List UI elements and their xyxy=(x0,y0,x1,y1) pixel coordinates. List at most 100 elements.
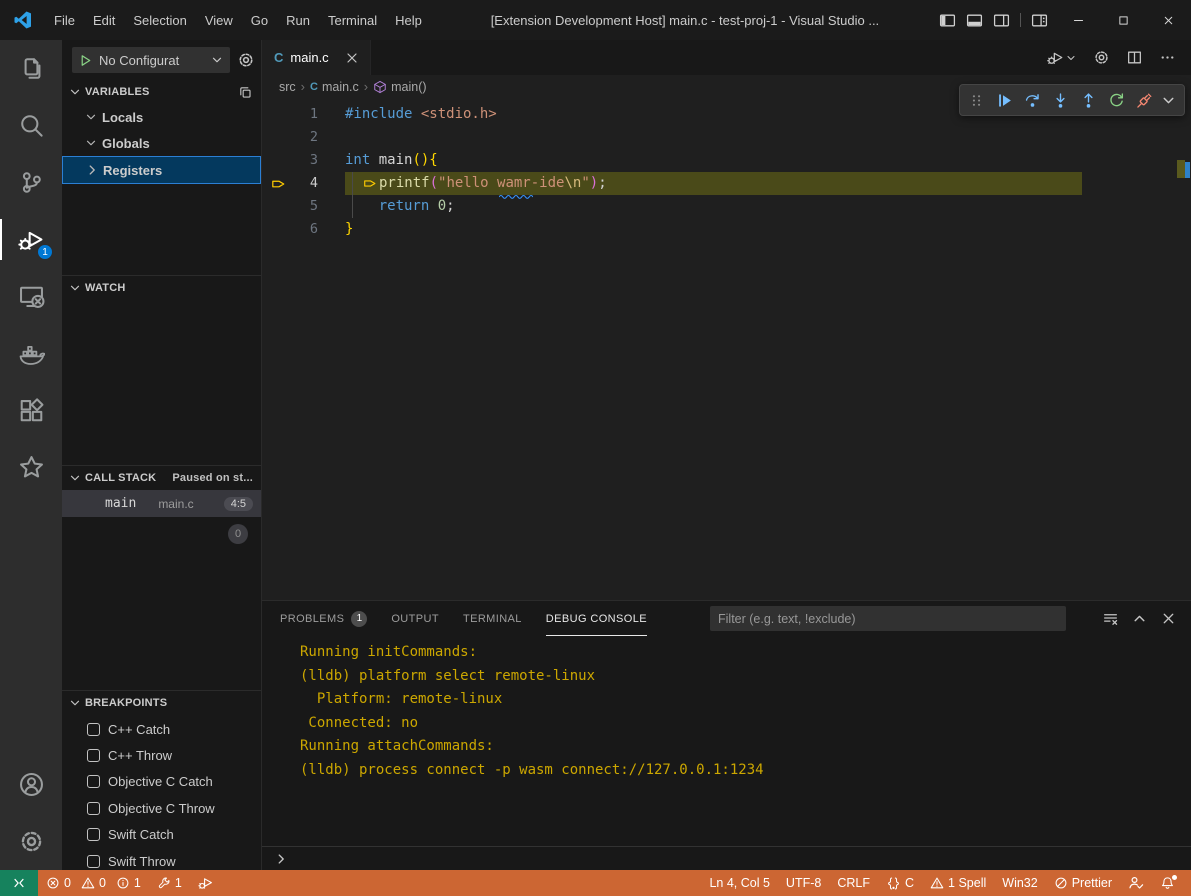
call-stack-title: CALL STACK xyxy=(85,472,156,484)
activity-item-extensions[interactable] xyxy=(0,382,62,439)
activity-item-remote-explorer[interactable] xyxy=(0,268,62,325)
breakpoint-gutter[interactable] xyxy=(262,149,292,172)
maximize-button[interactable] xyxy=(1101,0,1146,40)
panel-tab-output[interactable]: OUTPUT xyxy=(391,601,439,636)
tasks-status[interactable]: 1 xyxy=(149,870,190,896)
launch-settings-gear-icon[interactable] xyxy=(237,51,255,69)
activity-item-run-and-debug[interactable]: 1 xyxy=(0,211,62,268)
run-config-dropdown[interactable]: No Configurat xyxy=(72,47,230,73)
breadcrumb-item-main-c[interactable]: Cmain.c xyxy=(310,80,359,94)
debug-disconnect-button[interactable] xyxy=(1131,87,1158,113)
debug-restart-button[interactable] xyxy=(1103,87,1130,113)
activity-item-settings[interactable] xyxy=(0,813,62,870)
breakpoint-gutter[interactable] xyxy=(262,126,292,149)
watch-section-header[interactable]: WATCH xyxy=(62,275,261,299)
checkbox[interactable] xyxy=(87,855,100,868)
call-stack-section-header[interactable]: CALL STACK Paused on st... xyxy=(62,465,261,489)
cursor-position[interactable]: Ln 4, Col 5 xyxy=(701,870,777,896)
checkbox[interactable] xyxy=(87,775,100,788)
tab-close-icon[interactable] xyxy=(344,50,360,66)
code-editor[interactable]: 1#include <stdio.h>23int main(){4printf(… xyxy=(262,98,1191,600)
editor-settings-gear-icon[interactable] xyxy=(1093,49,1110,66)
breakpoint-objective-c-throw[interactable]: Objective C Throw xyxy=(62,795,261,821)
notifications-bell[interactable] xyxy=(1152,870,1183,896)
variables-item-globals[interactable]: Globals xyxy=(62,130,261,156)
checkbox[interactable] xyxy=(87,802,100,815)
panel-tab-debug-console[interactable]: DEBUG CONSOLE xyxy=(546,601,647,636)
checkbox[interactable] xyxy=(87,749,100,762)
breakpoint-objective-c-catch[interactable]: Objective C Catch xyxy=(62,769,261,795)
split-editor-icon[interactable] xyxy=(1126,49,1143,66)
activity-item-accounts[interactable] xyxy=(0,756,62,813)
debug-step-into-button[interactable] xyxy=(1047,87,1074,113)
breadcrumb-item-main-[interactable]: main() xyxy=(373,80,426,94)
checkbox[interactable] xyxy=(87,828,100,841)
minimize-button[interactable] xyxy=(1056,0,1101,40)
close-window-button[interactable] xyxy=(1146,0,1191,40)
more-actions-icon[interactable] xyxy=(1159,49,1176,66)
customize-layout-icon[interactable] xyxy=(1031,12,1048,29)
debug-continue-button[interactable] xyxy=(991,87,1018,113)
run-or-debug-button[interactable] xyxy=(1047,49,1077,66)
toggle-sidebar-icon[interactable] xyxy=(939,12,956,29)
copy-icon[interactable] xyxy=(238,85,253,100)
prettier-status[interactable]: Prettier xyxy=(1046,870,1120,896)
breakpoint-c-catch[interactable]: C++ Catch xyxy=(62,716,261,742)
paused-status: Paused on st... xyxy=(172,472,253,484)
breakpoints-section-header[interactable]: BREAKPOINTS xyxy=(62,690,261,714)
remote-indicator[interactable] xyxy=(0,870,38,896)
breakpoint-gutter[interactable] xyxy=(262,103,292,126)
variables-item-locals[interactable]: Locals xyxy=(62,104,261,130)
activity-item-explorer[interactable] xyxy=(0,40,62,97)
checkbox[interactable] xyxy=(87,723,100,736)
code-line-text[interactable]: } xyxy=(345,218,353,241)
toggle-secondary-sidebar-icon[interactable] xyxy=(993,12,1010,29)
menu-selection[interactable]: Selection xyxy=(124,9,195,32)
panel-tab-terminal[interactable]: TERMINAL xyxy=(463,601,522,636)
problems-status[interactable]: 0 0 1 xyxy=(38,870,149,896)
feedback-button[interactable] xyxy=(1120,870,1152,896)
breakpoint-gutter[interactable] xyxy=(262,218,292,241)
activity-item-search[interactable] xyxy=(0,97,62,154)
toggle-panel-icon[interactable] xyxy=(966,12,983,29)
tab-main-c[interactable]: C main.c xyxy=(262,40,371,75)
breakpoint-gutter[interactable] xyxy=(262,172,292,195)
panel-tab-problems[interactable]: PROBLEMS1 xyxy=(280,601,367,636)
activity-item-docker[interactable] xyxy=(0,325,62,382)
menu-view[interactable]: View xyxy=(196,9,242,32)
menu-help[interactable]: Help xyxy=(386,9,431,32)
breakpoint-swift-throw[interactable]: Swift Throw xyxy=(62,848,261,870)
debug-console-input[interactable] xyxy=(262,846,1191,870)
platform-status[interactable]: Win32 xyxy=(994,870,1045,896)
menu-file[interactable]: File xyxy=(45,9,84,32)
activity-item-source-control[interactable] xyxy=(0,154,62,211)
debug-session-status[interactable] xyxy=(190,870,222,896)
code-line-text[interactable]: return 0; xyxy=(345,195,455,218)
breakpoint-swift-catch[interactable]: Swift Catch xyxy=(62,822,261,848)
variables-section-header[interactable]: VARIABLES xyxy=(62,80,261,104)
call-stack-frame-main[interactable]: main main.c 4:5 xyxy=(62,490,261,517)
menu-run[interactable]: Run xyxy=(277,9,319,32)
close-panel-icon[interactable] xyxy=(1160,610,1177,627)
menu-edit[interactable]: Edit xyxy=(84,9,124,32)
debug-step-out-button[interactable] xyxy=(1075,87,1102,113)
encoding-status[interactable]: UTF-8 xyxy=(778,870,829,896)
console-filter-input[interactable] xyxy=(710,606,1066,631)
maximize-panel-icon[interactable] xyxy=(1131,610,1148,627)
breakpoint-c-throw[interactable]: C++ Throw xyxy=(62,742,261,768)
debug-more-button[interactable] xyxy=(1159,87,1177,113)
eol-status[interactable]: CRLF xyxy=(829,870,878,896)
activity-item-favorites[interactable] xyxy=(0,439,62,496)
menu-terminal[interactable]: Terminal xyxy=(319,9,386,32)
code-line-text[interactable]: printf("hello wamr-ide\n"); xyxy=(345,172,1082,195)
breadcrumb-item-src[interactable]: src xyxy=(279,80,296,94)
variables-item-registers[interactable]: Registers xyxy=(62,156,261,184)
code-line-text[interactable]: #include <stdio.h> xyxy=(345,103,497,126)
language-mode[interactable]: C xyxy=(878,870,922,896)
debug-step-over-button[interactable] xyxy=(1019,87,1046,113)
spell-status[interactable]: 1 Spell xyxy=(922,870,994,896)
menu-go[interactable]: Go xyxy=(242,9,277,32)
code-line-text[interactable]: int main(){ xyxy=(345,149,438,172)
clear-console-icon[interactable] xyxy=(1102,610,1119,627)
breakpoint-gutter[interactable] xyxy=(262,195,292,218)
